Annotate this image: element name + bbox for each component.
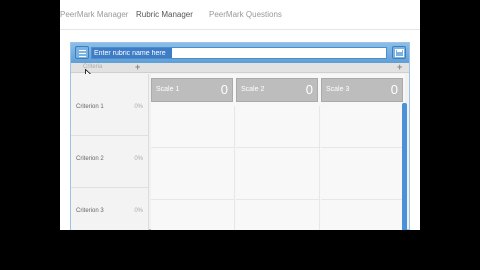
- scale-header[interactable]: Scale 2 0: [236, 78, 318, 102]
- scale-value: 0: [220, 82, 228, 97]
- add-scale-plus-icon[interactable]: +: [397, 62, 402, 72]
- criterion-percent: 0%: [134, 208, 143, 214]
- criterion-label: Criterion 1: [76, 104, 104, 110]
- save-rubric-button[interactable]: [392, 46, 406, 59]
- add-criterion-plus-icon[interactable]: +: [135, 62, 140, 72]
- rubric-cell[interactable]: [321, 148, 405, 200]
- rubric-header: [71, 43, 409, 63]
- criterion-label: Criterion 2: [76, 156, 104, 162]
- criterion-percent: 0%: [134, 104, 143, 110]
- scale-label: Scale 1: [156, 86, 180, 93]
- scale-value: 0: [305, 82, 313, 97]
- rubric-cell[interactable]: [236, 200, 320, 230]
- criterion-row[interactable]: Criterion 1 0%: [71, 84, 149, 136]
- rubric-name-input[interactable]: [91, 47, 387, 59]
- rubric-cell[interactable]: [151, 200, 235, 230]
- menu-icon: [79, 50, 86, 51]
- rubric-cell[interactable]: [236, 148, 320, 200]
- scale-header[interactable]: Scale 1 0: [151, 78, 233, 102]
- browser-viewport: PeerMark Manager Rubric Manager PeerMark…: [60, 0, 420, 230]
- scale-grid: Scale 1 0 Scale 2 0 Scale 3 0: [151, 74, 405, 230]
- rubric-cell[interactable]: [321, 200, 405, 230]
- vertical-scrollbar[interactable]: [402, 103, 407, 230]
- rubric-toolbar: Criteria + +: [71, 62, 409, 73]
- nav-peermark-manager[interactable]: PeerMark Manager: [60, 10, 128, 19]
- criterion-percent: 0%: [134, 156, 143, 162]
- rubric-cell[interactable]: [321, 106, 405, 148]
- save-icon: [395, 49, 404, 57]
- rubric-menu-button[interactable]: [75, 46, 89, 59]
- scale-label: Scale 2: [241, 86, 265, 93]
- criteria-column: Criterion 1 0% Criterion 2 0% Criterion …: [71, 74, 149, 230]
- rubric-cell[interactable]: [151, 106, 235, 148]
- rubric-cell[interactable]: [151, 148, 235, 200]
- criterion-row[interactable]: Criterion 2 0%: [71, 136, 149, 188]
- nav-peermark-questions[interactable]: PeerMark Questions: [209, 10, 282, 19]
- criterion-label: Criterion 3: [76, 208, 104, 214]
- criterion-row[interactable]: Criterion 3 0%: [71, 188, 149, 230]
- rubric-cell[interactable]: [236, 106, 320, 148]
- scale-value: 0: [390, 82, 398, 97]
- scale-header[interactable]: Scale 3 0: [321, 78, 403, 102]
- scale-label: Scale 3: [326, 86, 350, 93]
- top-navigation: PeerMark Manager Rubric Manager PeerMark…: [60, 0, 420, 30]
- nav-rubric-manager[interactable]: Rubric Manager: [136, 10, 193, 19]
- rubric-editor: Criteria + + Criterion 1 0% Criterion 2 …: [70, 42, 410, 230]
